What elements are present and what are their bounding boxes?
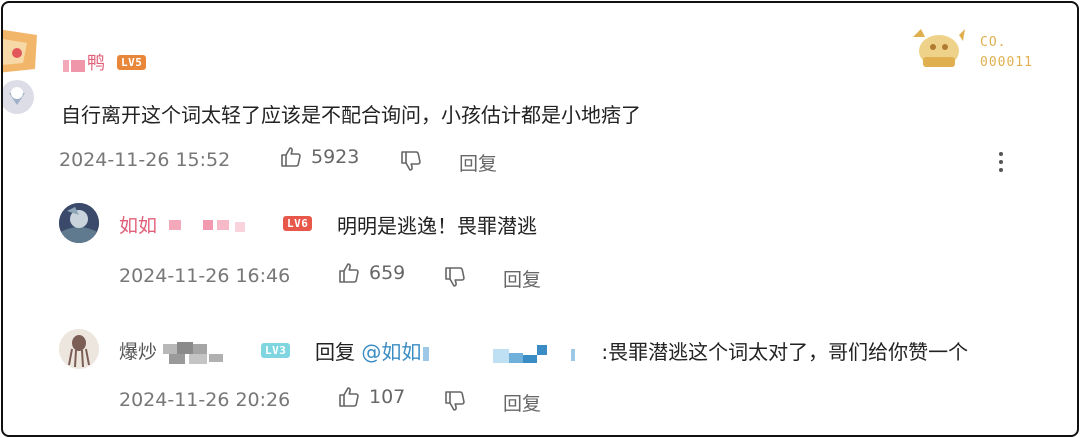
reply-1-avatar[interactable] xyxy=(59,203,99,243)
fan-badge-line2: 000011 xyxy=(980,55,1033,70)
reply-2-mention[interactable]: @如如 xyxy=(361,340,421,364)
main-reply-button[interactable]: 回复 xyxy=(459,149,497,176)
thumbs-down-icon xyxy=(401,151,421,171)
reply-2-prefix: 回复 xyxy=(315,340,355,364)
thumbs-up-icon xyxy=(339,263,359,283)
reply-1-timestamp: 2024-11-26 16:46 xyxy=(119,265,291,287)
main-comment-timestamp: 2024-11-26 15:52 xyxy=(59,149,231,171)
reply-2-reply-button[interactable]: 回复 xyxy=(503,389,541,416)
username-mosaic xyxy=(63,56,87,72)
main-like-count: 5923 xyxy=(311,146,360,168)
username-mosaic xyxy=(163,218,253,236)
reply-2-timestamp: 2024-11-26 20:26 xyxy=(119,389,291,411)
reply-1-text: 明明是逃逸！畏罪潜逃 xyxy=(337,214,537,238)
reply-1-reply-button[interactable]: 回复 xyxy=(503,265,541,292)
main-like-button[interactable]: 5923 xyxy=(279,145,359,169)
reply-1-like-count: 659 xyxy=(369,262,406,284)
reply-2-content: 回复 @如如 :畏罪潜逃这个词太对了，哥们给你赞一个 xyxy=(315,336,968,365)
username-mosaic xyxy=(163,341,243,364)
reply-1-dislike-button[interactable] xyxy=(443,265,467,293)
reply-2-username-text: 爆炒 xyxy=(119,341,158,363)
thumbs-down-icon xyxy=(445,267,465,287)
mention-mosaic xyxy=(421,343,601,365)
main-dislike-button[interactable] xyxy=(399,149,423,177)
main-comment-avatar[interactable] xyxy=(3,29,41,119)
more-vertical-icon[interactable] xyxy=(997,151,1005,177)
level-badge: LV6 xyxy=(283,216,313,231)
main-comment-username[interactable]: 鸭 xyxy=(63,49,105,75)
reply-2-like-count: 107 xyxy=(369,386,406,408)
reply-2-dislike-button[interactable] xyxy=(443,389,467,417)
reply-2-avatar[interactable] xyxy=(59,329,99,369)
comment-thread: 鸭 LV5 CO. 000011 自行离开这个词太轻了应该是不配合询问，小孩估计… xyxy=(1,1,1079,437)
reply-1-username-text: 如如 xyxy=(119,215,158,237)
thumbs-up-icon xyxy=(339,387,359,407)
level-badge: LV3 xyxy=(261,343,291,358)
reply-2-text: :畏罪潜逃这个词太对了，哥们给你赞一个 xyxy=(601,340,969,364)
thumbs-down-icon xyxy=(445,391,465,411)
thumbs-up-icon xyxy=(281,147,301,167)
reply-1-username[interactable]: 如如 xyxy=(119,211,253,238)
reply-2-like-button[interactable]: 107 xyxy=(337,385,405,409)
reply-2-username[interactable]: 爆炒 xyxy=(119,337,243,364)
fan-badge-icon xyxy=(909,27,967,71)
level-badge: LV5 xyxy=(117,55,147,70)
reply-1-like-button[interactable]: 659 xyxy=(337,261,405,285)
main-comment-text: 自行离开这个词太轻了应该是不配合询问，小孩估计都是小地痞了 xyxy=(61,103,641,127)
fan-badge-text: CO. 000011 xyxy=(980,33,1033,73)
fan-badge-line1: CO. xyxy=(980,35,1007,50)
main-username-text: 鸭 xyxy=(87,53,105,74)
